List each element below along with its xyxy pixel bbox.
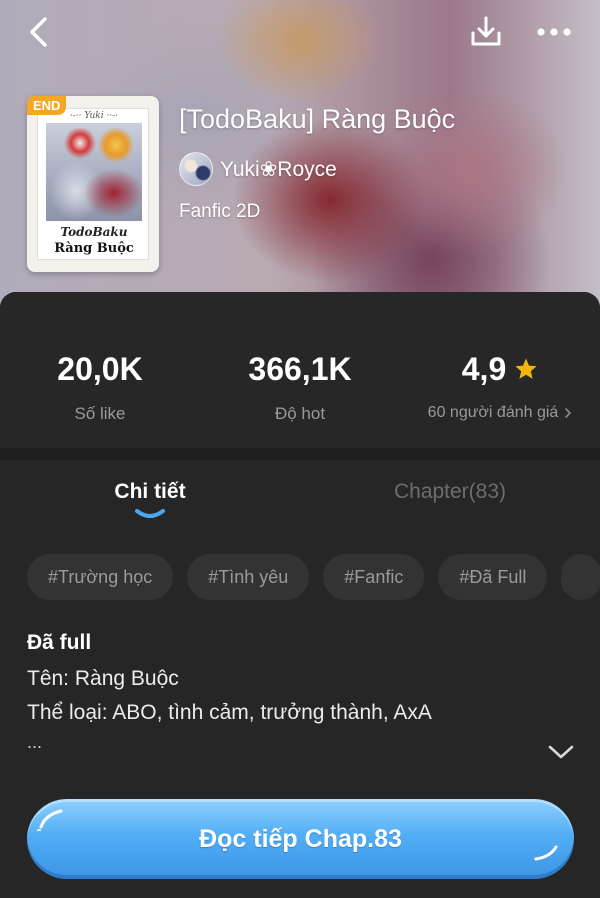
likes-label: Số like (74, 404, 126, 423)
section-divider (0, 448, 600, 460)
tag-chip[interactable]: #Trường học (27, 554, 174, 600)
tag-chip[interactable]: #Fanfic (323, 554, 425, 600)
tag-chip-partial (561, 554, 600, 600)
avatar[interactable] (179, 152, 213, 186)
description-status: Đã full (27, 631, 92, 654)
book-title: [TodoBaku] Ràng Buộc (179, 104, 456, 134)
download-button[interactable] (466, 12, 506, 52)
book-cover[interactable]: ·-·· Yuki ··-· TodoBaku Ràng Buộc END (27, 96, 159, 272)
button-gloss (37, 809, 63, 831)
hot-value: 366,1K (248, 351, 352, 387)
hero-backdrop: ·-·· Yuki ··-· TodoBaku Ràng Buộc END [T… (0, 0, 600, 310)
description-line: Tên: Ràng Buộc (27, 667, 179, 690)
likes-value: 20,0K (57, 351, 143, 387)
back-button[interactable] (18, 12, 58, 52)
rating-label: 60 người đánh giá (427, 404, 559, 421)
tag-chip[interactable]: #Đã Full (438, 554, 548, 600)
tab-bar: Chi tiết Chapter(83) (0, 460, 600, 536)
button-gloss (534, 845, 558, 861)
hot-label: Độ hot (274, 404, 326, 423)
cover-title-line1: TodoBaku (60, 225, 128, 239)
author-name[interactable]: Yuki❀Royce (220, 157, 337, 182)
continue-reading-label: Đọc tiếp Chap.83 (199, 824, 402, 853)
active-tab-indicator (135, 509, 165, 518)
rating-value: 4,9 (461, 351, 507, 387)
tab-details[interactable]: Chi tiết (0, 480, 300, 504)
cover-title-line2: Ràng Buộc (54, 241, 134, 256)
tag-chip[interactable]: #Tình yêu (187, 554, 310, 600)
star-icon (515, 358, 537, 379)
cover-frame: ·-·· Yuki ··-· TodoBaku Ràng Buộc (37, 108, 149, 260)
chevron-down-icon (548, 745, 574, 759)
tag-list: #Trường học #Tình yêu #Fanfic #Đã Full (27, 554, 600, 600)
description: Đã full Tên: Ràng Buộc Thể loại: ABO, tì… (27, 630, 575, 754)
more-button[interactable] (534, 12, 574, 52)
chevron-left-icon (30, 17, 47, 47)
stat-hot: 366,1K Độ hot (200, 350, 400, 424)
cover-illustration (46, 123, 142, 221)
rating-count-row[interactable]: 60 người đánh giá (400, 404, 600, 422)
tab-chapters[interactable]: Chapter(83) (300, 480, 600, 504)
description-line: Thể loại: ABO, tình cảm, trưởng thành, A… (27, 701, 432, 724)
chevron-right-icon (565, 408, 572, 418)
continue-reading-button[interactable]: Đọc tiếp Chap.83 (27, 799, 574, 879)
author-row[interactable]: Yuki❀Royce (179, 152, 337, 186)
stat-likes: 20,0K Số like (0, 350, 200, 424)
stat-rating[interactable]: 4,9 60 người đánh giá (400, 350, 600, 422)
rating-value-row: 4,9 (400, 350, 600, 388)
detail-panel: 20,0K Số like 366,1K Độ hot 4,9 60 người… (0, 292, 600, 898)
expand-description-button[interactable] (546, 744, 576, 765)
description-ellipsis: ... (27, 732, 43, 752)
end-badge: END (27, 96, 67, 115)
download-icon (471, 16, 501, 46)
book-category: Fanfic 2D (179, 201, 261, 222)
stats-bar: 20,0K Số like 366,1K Độ hot 4,9 60 người… (0, 292, 600, 448)
more-horizontal-icon (537, 28, 571, 36)
